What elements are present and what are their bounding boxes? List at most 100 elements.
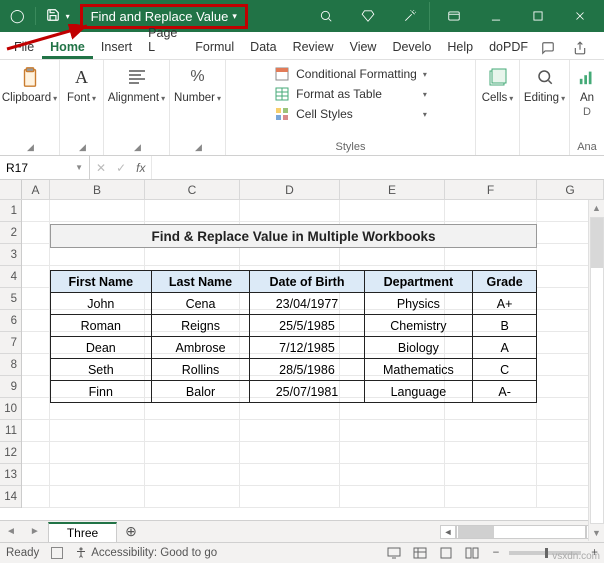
tab-insert[interactable]: Insert xyxy=(93,34,140,59)
format-as-table-button[interactable]: Format as Table▾ xyxy=(274,84,427,104)
tab-page-layout[interactable]: Page L xyxy=(140,20,187,59)
data-table: First Name Last Name Date of Birth Depar… xyxy=(50,270,537,403)
col-header-f[interactable]: F xyxy=(445,180,537,199)
tab-home[interactable]: Home xyxy=(42,34,93,59)
alignment-button[interactable]: Alignment▾ xyxy=(108,64,165,104)
status-bar: Ready Accessibility: Good to go − + xyxy=(0,542,604,563)
tab-formulas[interactable]: Formul xyxy=(187,34,242,59)
number-launcher-icon[interactable]: ◢ xyxy=(195,142,202,152)
scroll-down-icon[interactable]: ▼ xyxy=(592,525,601,541)
conditional-formatting-label: Conditional Formatting xyxy=(296,67,417,81)
tab-developer[interactable]: Develo xyxy=(384,34,439,59)
cells-button[interactable]: Cells▾ xyxy=(482,64,514,104)
tab-data[interactable]: Data xyxy=(242,34,284,59)
share-icon[interactable] xyxy=(568,37,592,59)
insert-function-icon[interactable]: fx xyxy=(136,161,145,175)
title-dropdown-icon: ▾ xyxy=(232,11,237,22)
vertical-scrollbar[interactable]: ▲ ▼ xyxy=(588,200,604,541)
close-icon[interactable] xyxy=(560,2,600,30)
row-header[interactable]: 12 xyxy=(0,442,21,464)
scroll-up-icon[interactable]: ▲ xyxy=(592,200,601,216)
tab-file[interactable]: File xyxy=(6,34,42,59)
tab-dopdf[interactable]: doPDF xyxy=(481,34,536,59)
view-page-layout-icon[interactable] xyxy=(435,545,457,561)
row-header[interactable]: 7 xyxy=(0,332,21,354)
quick-access-toolbar: ◯ ▾ xyxy=(4,7,76,25)
vscroll-thumb[interactable] xyxy=(591,218,603,268)
table-row[interactable]: DeanAmbrose7/12/1985BiologyA xyxy=(51,337,537,359)
number-group-label: Number xyxy=(174,92,215,104)
ribbon-tabs: File Home Insert Page L Formul Data Revi… xyxy=(0,32,604,60)
col-header-c[interactable]: C xyxy=(145,180,240,199)
col-header-a[interactable]: A xyxy=(22,180,50,199)
font-button[interactable]: A Font▾ xyxy=(67,64,96,104)
clipboard-launcher-icon[interactable]: ◢ xyxy=(27,142,34,152)
tab-view[interactable]: View xyxy=(342,34,385,59)
cell-styles-button[interactable]: Cell Styles▾ xyxy=(274,104,427,124)
row-header[interactable]: 9 xyxy=(0,376,21,398)
col-header-g[interactable]: G xyxy=(537,180,604,199)
alignment-launcher-icon[interactable]: ◢ xyxy=(134,142,141,152)
font-launcher-icon[interactable]: ◢ xyxy=(79,142,86,152)
name-box-dropdown-icon[interactable]: ▼ xyxy=(75,163,83,172)
row-header[interactable]: 2 xyxy=(0,222,21,244)
row-header[interactable]: 13 xyxy=(0,464,21,486)
row-header[interactable]: 6 xyxy=(0,310,21,332)
comments-icon[interactable] xyxy=(536,37,560,59)
table-row[interactable]: RomanReigns25/5/1985ChemistryB xyxy=(51,315,537,337)
worksheet-grid[interactable]: A B C D E F G 1 2 3 4 5 6 7 8 9 10 11 12… xyxy=(0,180,604,520)
qat-dropdown-icon[interactable]: ▾ xyxy=(66,12,70,21)
macro-record-icon[interactable] xyxy=(51,547,63,559)
enter-formula-icon[interactable]: ✓ xyxy=(116,161,126,175)
save-icon[interactable] xyxy=(46,8,60,25)
sheet-tab-three[interactable]: Three xyxy=(48,522,117,542)
row-header[interactable]: 11 xyxy=(0,420,21,442)
table-row[interactable]: JohnCena23/04/1977PhysicsA+ xyxy=(51,293,537,315)
search-icon[interactable] xyxy=(306,2,346,30)
display-settings-icon[interactable] xyxy=(383,545,405,561)
sheet-content: Find & Replace Value in Multiple Workboo… xyxy=(50,200,537,403)
diamond-icon[interactable] xyxy=(348,2,388,30)
row-header[interactable]: 14 xyxy=(0,486,21,508)
sheet-nav-next-icon[interactable]: ► xyxy=(24,526,48,537)
analyze-label-2: D xyxy=(583,106,591,118)
horizontal-scrollbar[interactable]: ◄ ► xyxy=(145,525,604,539)
ribbon-options-icon[interactable] xyxy=(434,2,474,30)
autosave-off-icon[interactable]: ◯ xyxy=(10,8,25,24)
accessibility-status[interactable]: Accessibility: Good to go xyxy=(75,547,217,559)
new-sheet-button[interactable]: ⊕ xyxy=(117,523,145,540)
status-ready: Ready xyxy=(6,547,39,559)
minimize-icon[interactable] xyxy=(476,2,516,30)
number-button[interactable]: % Number▾ xyxy=(174,64,221,104)
select-all-corner[interactable] xyxy=(0,180,22,199)
wand-icon[interactable] xyxy=(390,2,430,30)
paste-button[interactable]: Clipboard▾ xyxy=(2,64,57,104)
row-header[interactable]: 10 xyxy=(0,398,21,420)
row-header[interactable]: 1 xyxy=(0,200,21,222)
row-header[interactable]: 8 xyxy=(0,354,21,376)
title-actions xyxy=(306,2,600,30)
view-page-break-icon[interactable] xyxy=(461,545,483,561)
zoom-out-button[interactable]: − xyxy=(493,547,500,559)
hscroll-left-icon[interactable]: ◄ xyxy=(440,525,456,539)
editing-button[interactable]: Editing▾ xyxy=(524,64,565,104)
col-header-b[interactable]: B xyxy=(50,180,145,199)
view-normal-icon[interactable] xyxy=(409,545,431,561)
analyze-data-button[interactable]: An D xyxy=(573,64,601,118)
table-row[interactable]: FinnBalor25/07/1981LanguageA- xyxy=(51,381,537,403)
th-last-name: Last Name xyxy=(151,271,250,293)
conditional-formatting-button[interactable]: Conditional Formatting▾ xyxy=(274,64,427,84)
hscroll-thumb[interactable] xyxy=(458,526,494,538)
row-header[interactable]: 4 xyxy=(0,266,21,288)
table-row[interactable]: SethRollins28/5/1986MathematicsC xyxy=(51,359,537,381)
cancel-formula-icon[interactable]: ✕ xyxy=(96,161,106,175)
tab-help[interactable]: Help xyxy=(439,34,481,59)
name-box[interactable]: R17 ▼ xyxy=(0,156,90,179)
maximize-icon[interactable] xyxy=(518,2,558,30)
row-header[interactable]: 5 xyxy=(0,288,21,310)
sheet-nav-prev-icon[interactable]: ◄ xyxy=(0,526,24,537)
col-header-e[interactable]: E xyxy=(340,180,445,199)
col-header-d[interactable]: D xyxy=(240,180,340,199)
tab-review[interactable]: Review xyxy=(285,34,342,59)
row-header[interactable]: 3 xyxy=(0,244,21,266)
